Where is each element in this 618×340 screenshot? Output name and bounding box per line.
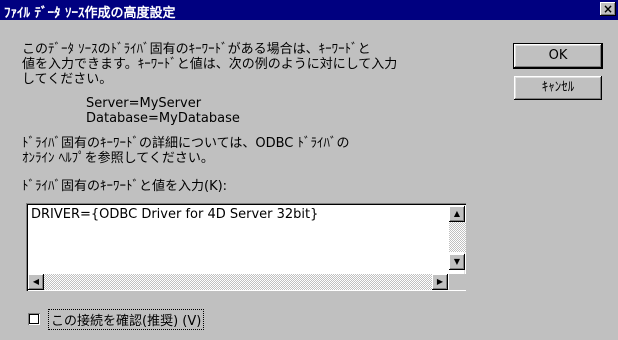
ok-button[interactable]: OK (513, 43, 603, 69)
verify-connection-checkbox[interactable] (28, 313, 40, 325)
description-line-4: ﾄﾞﾗｲﾊﾞ固有のｷｰﾜｰﾄﾞの詳細については、ODBC ﾄﾞﾗｲﾊﾞの (22, 136, 350, 151)
scroll-left-button[interactable]: ◀ (28, 274, 44, 290)
description-line-2: 値を入力できます。ｷｰﾜｰﾄﾞと値は、次の例のように対にして入力 (22, 57, 398, 72)
verify-connection-label[interactable]: この接続を確認(推奨) (V) (47, 309, 205, 330)
example-database: Database=MyDatabase (86, 111, 240, 126)
arrow-down-icon: ▼ (453, 257, 461, 266)
scroll-down-button[interactable]: ▼ (449, 254, 465, 270)
vertical-scroll-track[interactable] (449, 222, 466, 252)
window-title: ﾌｧｲﾙ ﾃﾞｰﾀ ｿｰｽ作成の高度設定 (4, 6, 176, 21)
title-bar[interactable]: ﾌｧｲﾙ ﾃﾞｰﾀ ｿｰｽ作成の高度設定 × (0, 0, 618, 21)
scroll-up-button[interactable]: ▲ (449, 206, 465, 222)
example-server: Server=MyServer (86, 96, 202, 111)
advanced-settings-dialog: ﾌｧｲﾙ ﾃﾞｰﾀ ｿｰｽ作成の高度設定 × このﾃﾞｰﾀ ｿｰｽのﾄﾞﾗｲﾊﾞ… (0, 0, 618, 340)
close-icon: × (602, 2, 614, 16)
horizontal-scroll-track[interactable] (44, 274, 448, 290)
arrow-up-icon: ▲ (453, 209, 461, 218)
keywords-label: ﾄﾞﾗｲﾊﾞ固有のｷｰﾜｰﾄﾞと値を入力(K): (22, 179, 228, 194)
description-line-1: このﾃﾞｰﾀ ｿｰｽのﾄﾞﾗｲﾊﾞ固有のｷｰﾜｰﾄﾞがある場合は、ｷｰﾜｰﾄﾞと (22, 42, 371, 57)
keywords-value: DRIVER={ODBC Driver for 4D Server 32bit} (31, 207, 319, 222)
arrow-left-icon: ◀ (32, 277, 40, 286)
description-line-3: してください。 (22, 72, 113, 87)
cancel-button[interactable]: ｷｬﾝｾﾙ (514, 76, 602, 100)
close-button[interactable]: × (600, 2, 616, 16)
scroll-corner (449, 274, 466, 290)
scroll-right-button[interactable]: ▶ (432, 274, 448, 290)
arrow-right-icon: ▶ (436, 277, 444, 286)
description-line-5: ｵﾝﾗｲﾝ ﾍﾙﾌﾟを参照してください。 (22, 151, 214, 166)
